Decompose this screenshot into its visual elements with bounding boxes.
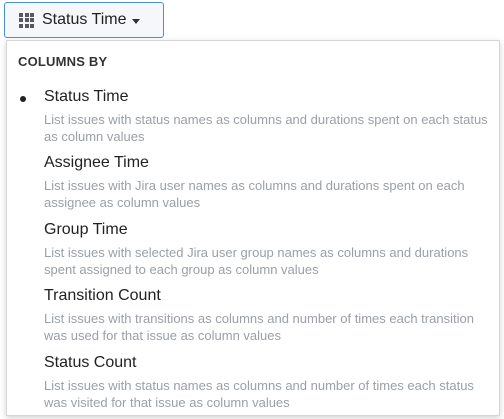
menu-item-title: Transition Count [44, 287, 161, 304]
columns-by-menu: COLUMNS BY Status Time List issues with … [6, 40, 500, 416]
selected-bullet-icon [20, 96, 26, 102]
menu-item-title: Group Time [44, 221, 128, 238]
grid-icon [19, 12, 34, 28]
menu-item-title: Assignee Time [44, 154, 149, 171]
menu-item-description: List issues with selected Jira user grou… [44, 245, 469, 277]
menu-item-description: List issues with Jira user names as colu… [44, 178, 465, 210]
menu-item-description: List issues with transitions as columns … [44, 311, 474, 343]
dropdown-button-label: Status Time [42, 11, 127, 28]
menu-header: COLUMNS BY [18, 54, 108, 69]
menu-item-title: Status Count [44, 354, 137, 371]
menu-item-description: List issues with status names as columns… [44, 112, 488, 144]
caret-down-icon [132, 19, 141, 24]
menu-item-description: List issues with status names as columns… [44, 378, 474, 410]
columns-by-dropdown-button[interactable]: Status Time [4, 2, 164, 38]
menu-item-title: Status Time [44, 88, 129, 105]
report-type-picker: Status Time COLUMNS BY Status Time List … [0, 0, 504, 419]
